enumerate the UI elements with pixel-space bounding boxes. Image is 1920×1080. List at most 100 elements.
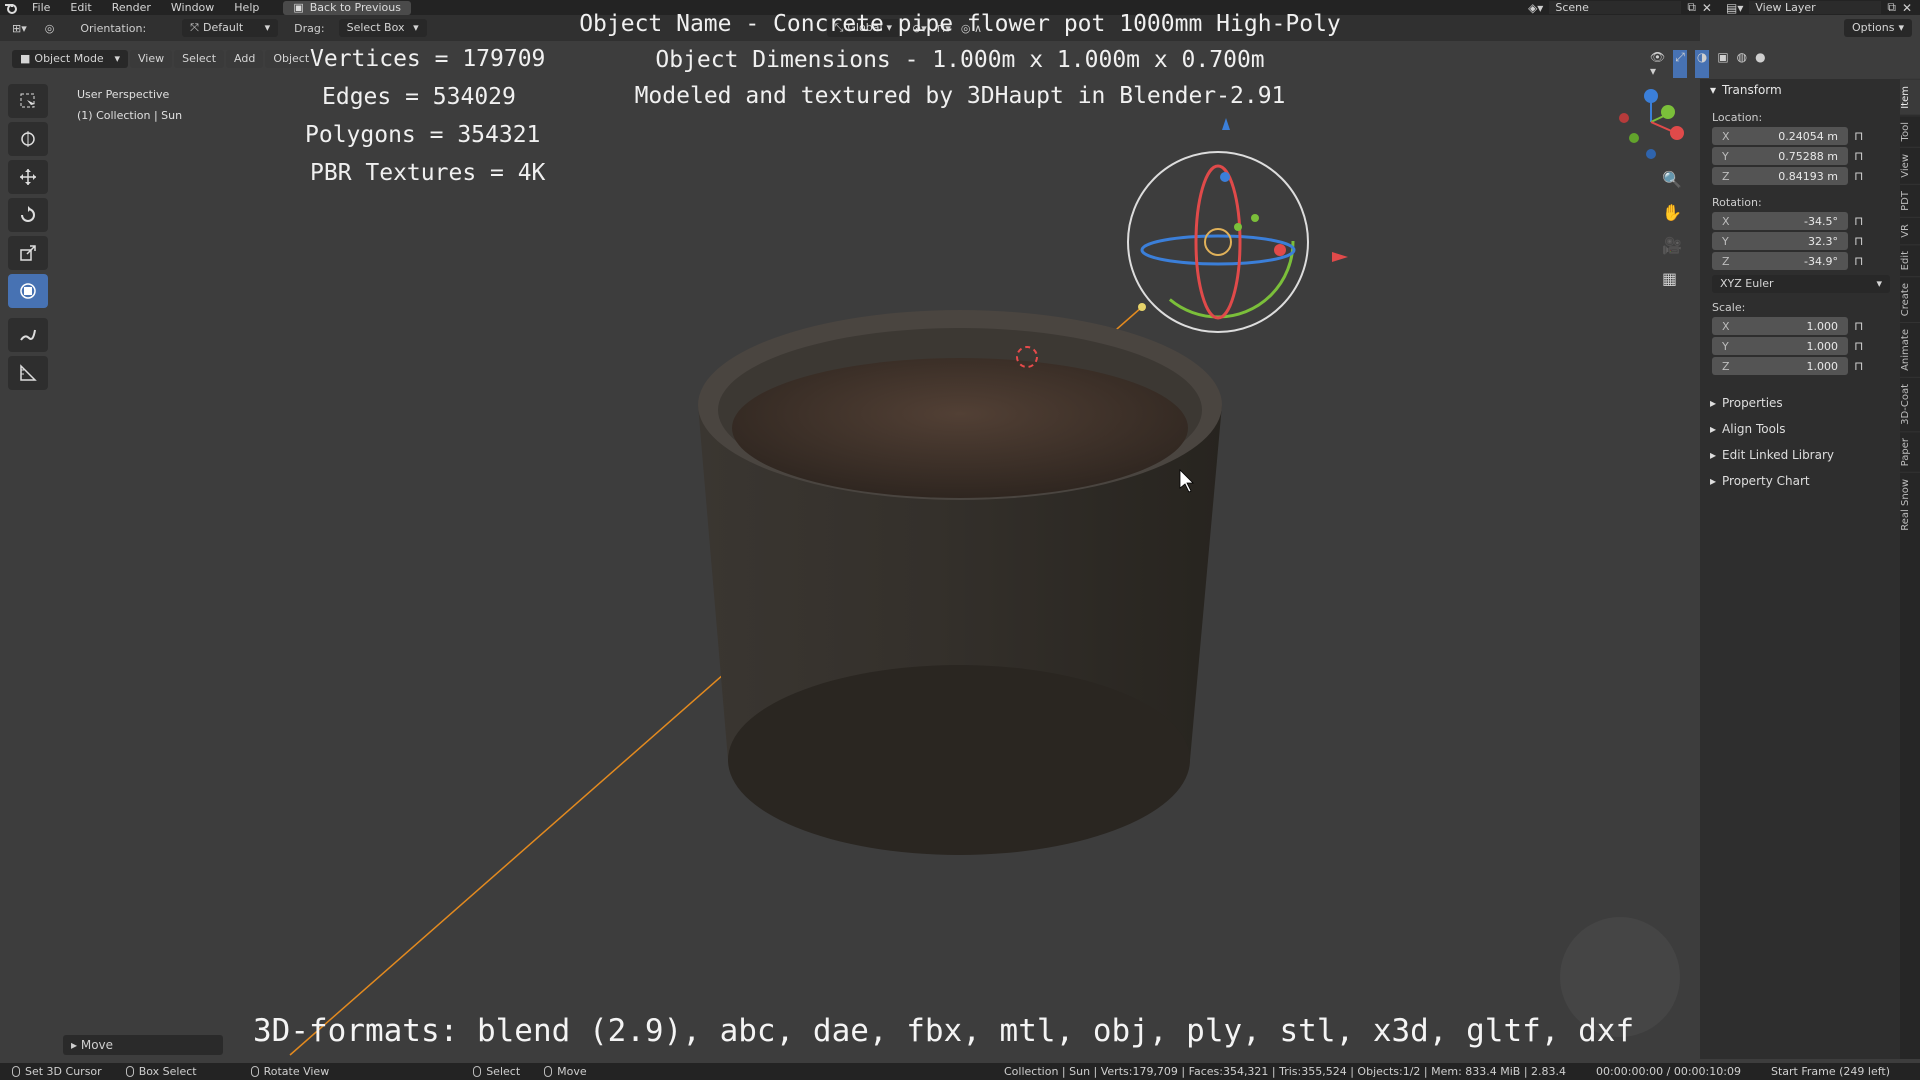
- last-operator-panel[interactable]: ▸ Move: [63, 1035, 223, 1055]
- lock-icon[interactable]: ⊓: [1854, 319, 1863, 333]
- mouse-middle-icon: [250, 1066, 259, 1077]
- annotate-tool[interactable]: [8, 318, 48, 352]
- tab-create[interactable]: Create: [1900, 275, 1920, 323]
- scale-y-field[interactable]: Y 1.000: [1712, 337, 1848, 355]
- axis-label: X: [1722, 319, 1730, 333]
- measure-tool[interactable]: [8, 356, 48, 390]
- expand-triangle-icon: ▸: [1710, 396, 1717, 410]
- axis-label: Z: [1722, 254, 1730, 268]
- expand-triangle-icon: ▸: [1710, 448, 1717, 462]
- tab-edit[interactable]: Edit: [1900, 243, 1920, 276]
- polygons-stat: Polygons = 354321: [305, 122, 541, 148]
- tab-vr[interactable]: VR: [1900, 216, 1920, 244]
- field-value: 0.75288 m: [1778, 149, 1838, 163]
- tool-shelf: [8, 84, 48, 390]
- tab-animate[interactable]: Animate: [1900, 322, 1920, 378]
- rotation-y-row: Y 32.3° ⊓: [1700, 231, 1900, 251]
- pot-bottom: [728, 665, 1190, 855]
- ortho-grid-icon[interactable]: ▦: [1662, 269, 1682, 288]
- location-z-field[interactable]: Z 0.84193 m: [1712, 167, 1848, 185]
- pot-soil[interactable]: [732, 358, 1188, 498]
- status-bar: Set 3D Cursor Box Select Rotate View Sel…: [0, 1063, 1920, 1080]
- field-value: 1.000: [1806, 339, 1839, 353]
- rotation-gizmo[interactable]: [1127, 118, 1348, 333]
- location-label: Location:: [1712, 111, 1763, 124]
- transform-title: Transform: [1722, 83, 1782, 97]
- scale-label: Scale:: [1712, 301, 1746, 314]
- tab-view[interactable]: View: [1900, 147, 1920, 184]
- edit-linked-library-panel-header[interactable]: ▸ Edit Linked Library: [1700, 442, 1900, 468]
- object-name-line: Object Name - Concrete pipe flower pot 1…: [579, 11, 1341, 37]
- tab-item[interactable]: Item: [1900, 79, 1920, 115]
- status-hint-rotate: Rotate View: [250, 1065, 329, 1078]
- lock-icon[interactable]: ⊓: [1854, 359, 1863, 373]
- status-hint-move: Move: [544, 1065, 587, 1078]
- zoom-icon[interactable]: 🔍: [1662, 170, 1682, 189]
- lock-icon[interactable]: ⊓: [1854, 214, 1863, 228]
- location-x-row: X 0.24054 m ⊓: [1700, 126, 1900, 146]
- scale-x-row: X 1.000 ⊓: [1700, 316, 1900, 336]
- scale-z-field[interactable]: Z 1.000: [1712, 357, 1848, 375]
- lock-icon[interactable]: ⊓: [1854, 234, 1863, 248]
- lock-icon[interactable]: ⊓: [1854, 254, 1863, 268]
- location-y-row: Y 0.75288 m ⊓: [1700, 146, 1900, 166]
- tab-real-snow[interactable]: Real Snow: [1900, 472, 1920, 537]
- hint-label: Select: [486, 1065, 521, 1078]
- location-x-field[interactable]: X 0.24054 m: [1712, 127, 1848, 145]
- field-value: 1.000: [1806, 319, 1839, 333]
- axis-label: X: [1722, 129, 1730, 143]
- lock-icon[interactable]: ⊓: [1854, 149, 1863, 163]
- mouse-left-icon: [12, 1066, 20, 1077]
- camera-view-icon[interactable]: 🎥: [1662, 236, 1682, 255]
- lock-icon[interactable]: ⊓: [1854, 129, 1863, 143]
- 3d-viewport[interactable]: [0, 79, 1700, 1059]
- align-tools-panel-header[interactable]: ▸ Align Tools: [1700, 416, 1900, 442]
- transform-panel-header[interactable]: ▾ Transform: [1700, 79, 1900, 101]
- tab-3d-coat[interactable]: 3D-Coat: [1900, 377, 1920, 431]
- chevron-down-icon: ▾: [1876, 277, 1882, 290]
- scale-tool[interactable]: [8, 236, 48, 270]
- move-tool[interactable]: [8, 160, 48, 194]
- axis-label: Y: [1722, 149, 1729, 163]
- formats-overlay: 3D-formats: blend (2.9), abc, dae, fbx, …: [253, 1013, 1635, 1049]
- rotation-y-field[interactable]: Y 32.3°: [1712, 232, 1848, 250]
- pan-hand-icon[interactable]: ✋: [1662, 203, 1682, 222]
- rotation-z-field[interactable]: Z -34.9°: [1712, 252, 1848, 270]
- sun-light-handle[interactable]: [1138, 303, 1146, 311]
- rotate-tool[interactable]: [8, 198, 48, 232]
- cursor-tool[interactable]: [8, 122, 48, 156]
- viewport-navigation-buttons: 🔍 ✋ 🎥 ▦: [1662, 170, 1682, 288]
- field-value: 0.24054 m: [1778, 129, 1838, 143]
- mouse-drag-icon: [125, 1066, 134, 1077]
- field-value: -34.5°: [1804, 214, 1838, 228]
- lock-icon[interactable]: ⊓: [1854, 169, 1863, 183]
- frame-info: Start Frame (249 left): [1770, 1065, 1890, 1078]
- tab-paper[interactable]: Paper: [1900, 430, 1920, 473]
- tab-tool[interactable]: Tool: [1900, 114, 1920, 148]
- property-chart-panel-header[interactable]: ▸ Property Chart: [1700, 468, 1900, 494]
- scale-y-row: Y 1.000 ⊓: [1700, 336, 1900, 356]
- rotation-mode-dropdown[interactable]: XYZ Euler ▾: [1712, 275, 1890, 293]
- model-title-overlay: Object Name - Concrete pipe flower pot 1…: [0, 6, 1920, 114]
- subpanel-label: Edit Linked Library: [1722, 448, 1835, 462]
- field-value: -34.9°: [1804, 254, 1838, 268]
- scene-statistics: Collection | Sun | Verts:179,709 | Faces…: [1004, 1065, 1567, 1078]
- transform-tool[interactable]: [8, 274, 48, 308]
- axis-label: Z: [1722, 359, 1730, 373]
- status-hint-select: Select: [473, 1065, 520, 1078]
- rotation-label: Rotation:: [1712, 196, 1762, 209]
- scale-x-field[interactable]: X 1.000: [1712, 317, 1848, 335]
- location-y-field[interactable]: Y 0.75288 m: [1712, 147, 1848, 165]
- lock-icon[interactable]: ⊓: [1854, 339, 1863, 353]
- tab-pdt[interactable]: PDT: [1900, 183, 1920, 217]
- hint-label: Move: [557, 1065, 587, 1078]
- field-value: 32.3°: [1808, 234, 1838, 248]
- axis-label: X: [1722, 214, 1730, 228]
- location-z-row: Z 0.84193 m ⊓: [1700, 166, 1900, 186]
- sidebar-tabs: Item Tool View PDT VR Edit Create Animat…: [1900, 79, 1920, 1059]
- rotation-x-field[interactable]: X -34.5°: [1712, 212, 1848, 230]
- playback-time: 00:00:00:00 / 00:00:10:09: [1596, 1065, 1741, 1078]
- expand-triangle-icon: ▸: [1710, 474, 1717, 488]
- properties-panel-header[interactable]: ▸ Properties: [1700, 390, 1900, 416]
- status-hint-cursor: Set 3D Cursor: [12, 1065, 102, 1078]
